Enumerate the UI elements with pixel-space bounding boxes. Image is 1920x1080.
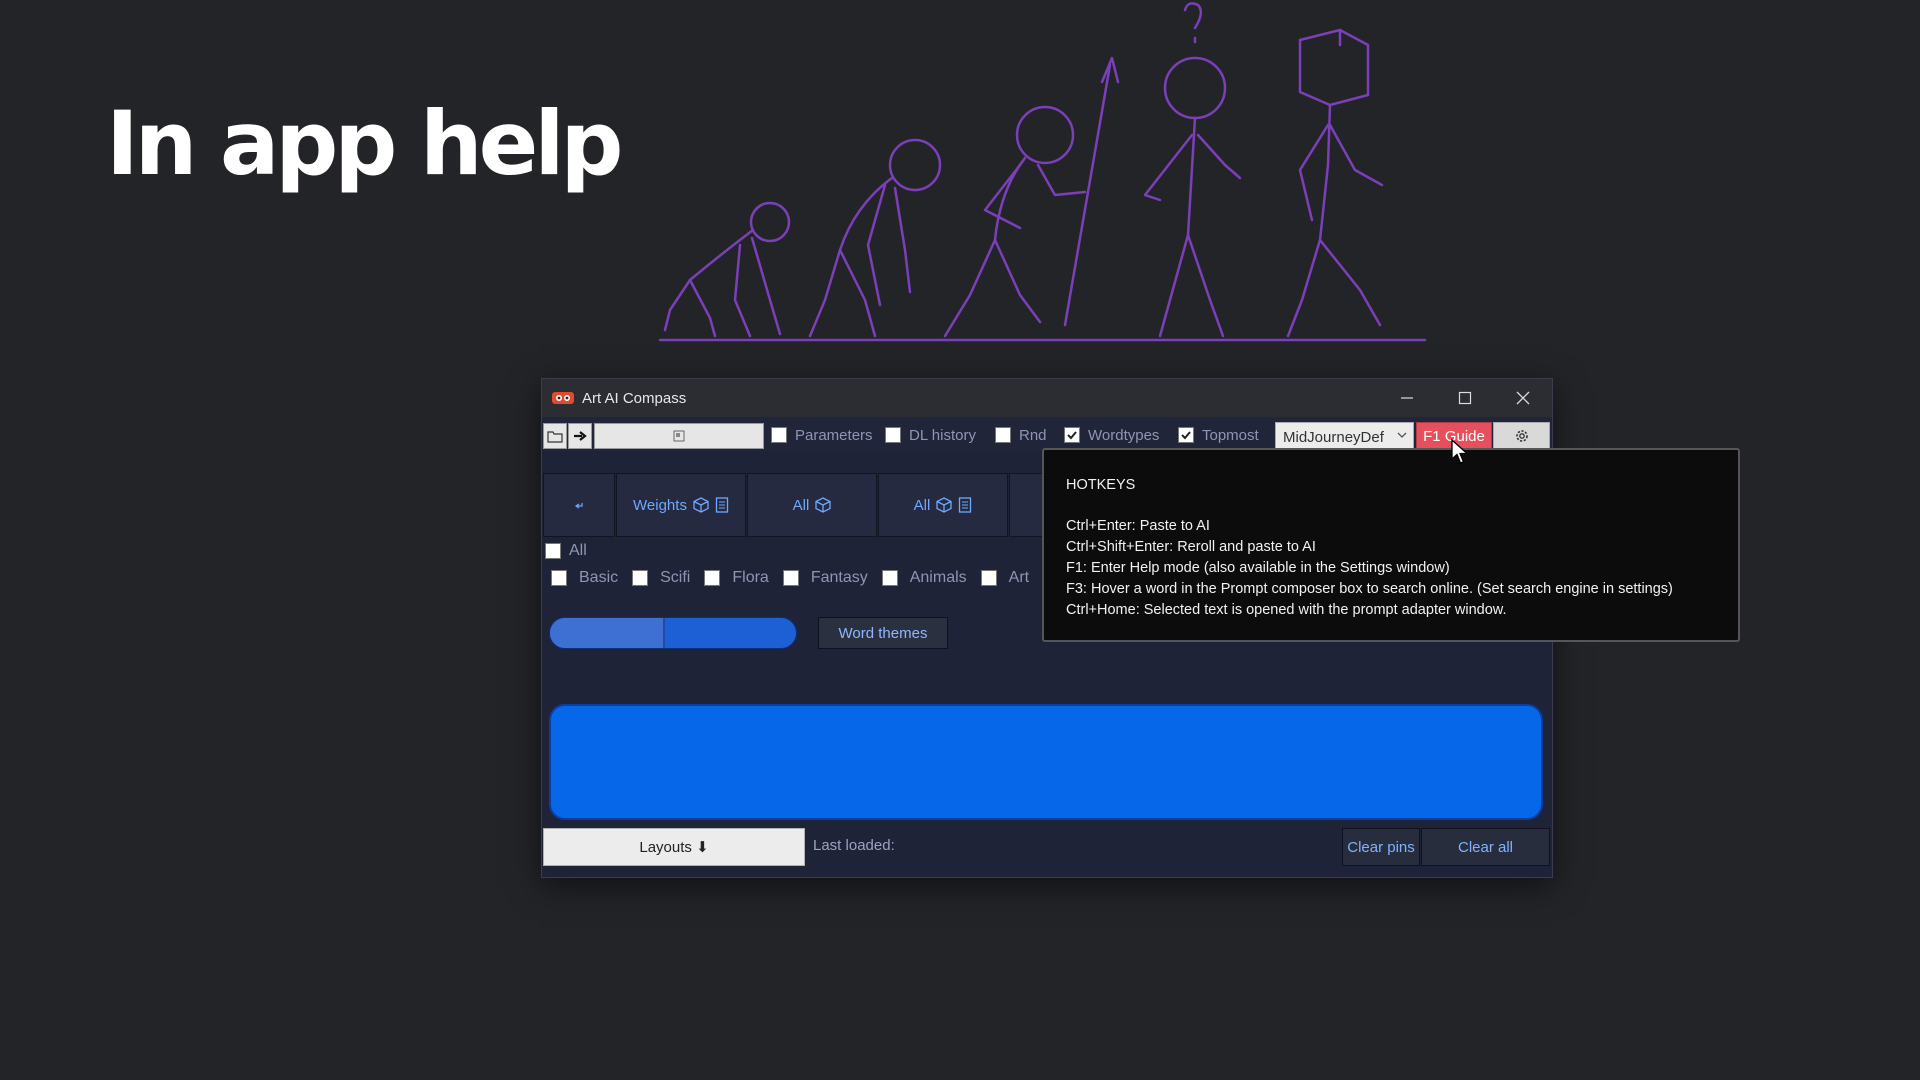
all-random-button[interactable]: All bbox=[747, 473, 877, 537]
parameters-label: Parameters bbox=[795, 426, 873, 444]
close-icon bbox=[1516, 391, 1530, 405]
rnd-label: Rnd bbox=[1019, 426, 1047, 444]
tooltip-line: Ctrl+Shift+Enter: Reroll and paste to AI bbox=[1066, 539, 1316, 555]
open-folder-button[interactable] bbox=[543, 423, 567, 449]
theme-basic-label: Basic bbox=[579, 569, 619, 586]
rnd-checkbox[interactable]: Rnd bbox=[995, 424, 1047, 446]
panel-icon bbox=[673, 430, 685, 442]
app-logo-icon bbox=[552, 392, 574, 404]
dl-history-check-box[interactable] bbox=[885, 427, 901, 443]
themes-all-check-box[interactable] bbox=[545, 543, 561, 559]
clear-all-button[interactable]: Clear all bbox=[1421, 828, 1550, 866]
clear-pins-button[interactable]: Clear pins bbox=[1342, 828, 1420, 866]
model-select-value: MidJourneyDef bbox=[1283, 429, 1384, 446]
dice-icon bbox=[693, 497, 709, 513]
dice-icon bbox=[936, 497, 952, 513]
title-bar: Art AI Compass bbox=[542, 379, 1552, 417]
wordtypes-check-box[interactable] bbox=[1064, 427, 1080, 443]
theme-flora-check-box[interactable] bbox=[704, 570, 721, 586]
theme-art-checkbox[interactable]: Art bbox=[980, 569, 1030, 587]
layouts-button[interactable]: Layouts ⬇ bbox=[543, 828, 805, 866]
undo-category-button[interactable] bbox=[543, 473, 615, 537]
themes-all-label: All bbox=[569, 542, 587, 559]
theme-slider[interactable] bbox=[549, 617, 797, 649]
hotkeys-tooltip: HOTKEYS Ctrl+Enter: Paste to AI Ctrl+Shi… bbox=[1042, 448, 1740, 642]
theme-scifi-checkbox[interactable]: Scifi bbox=[632, 569, 690, 587]
theme-animals-label: Animals bbox=[909, 569, 967, 586]
tooltip-title: HOTKEYS bbox=[1066, 477, 1136, 493]
weights-button[interactable]: Weights bbox=[616, 473, 746, 537]
wordtypes-label: Wordtypes bbox=[1088, 426, 1160, 444]
dice-icon bbox=[815, 497, 831, 513]
rnd-check-box[interactable] bbox=[995, 427, 1011, 443]
dl-history-label: DL history bbox=[909, 426, 976, 444]
tooltip-line: Ctrl+Enter: Paste to AI bbox=[1066, 518, 1210, 534]
checkmark-icon bbox=[1181, 431, 1191, 440]
theme-fantasy-check-box[interactable] bbox=[782, 570, 799, 586]
evolution-illustration bbox=[658, 2, 1427, 342]
theme-art-check-box[interactable] bbox=[980, 570, 997, 586]
tooltip-line: F3: Hover a word in the Prompt composer … bbox=[1066, 581, 1673, 597]
gear-icon bbox=[1515, 430, 1528, 442]
book-icon bbox=[715, 497, 729, 513]
topmost-checkbox[interactable]: Topmost bbox=[1178, 424, 1259, 446]
checkmark-icon bbox=[1067, 431, 1077, 440]
folder-icon bbox=[547, 430, 563, 443]
word-themes-button[interactable]: Word themes bbox=[818, 617, 948, 649]
settings-button[interactable] bbox=[1493, 422, 1550, 450]
theme-fantasy-label: Fantasy bbox=[810, 569, 868, 586]
all-label: All bbox=[913, 496, 931, 514]
parameters-check-box[interactable] bbox=[771, 427, 787, 443]
topmost-check-box[interactable] bbox=[1178, 427, 1194, 443]
themes-all-checkbox[interactable]: All bbox=[545, 542, 587, 560]
minimize-button[interactable] bbox=[1378, 379, 1436, 417]
theme-scifi-check-box[interactable] bbox=[632, 570, 649, 586]
minimize-icon bbox=[1401, 397, 1413, 399]
mouse-cursor-icon bbox=[1451, 439, 1469, 464]
book-icon bbox=[959, 497, 972, 513]
theme-fantasy-checkbox[interactable]: Fantasy bbox=[782, 569, 868, 587]
maximize-icon bbox=[1458, 391, 1472, 405]
chevron-down-icon bbox=[1397, 432, 1407, 438]
theme-animals-check-box[interactable] bbox=[881, 570, 898, 586]
close-button[interactable] bbox=[1494, 379, 1552, 417]
all-random-list-button[interactable]: All bbox=[878, 473, 1008, 537]
dl-history-checkbox[interactable]: DL history bbox=[885, 424, 976, 446]
last-loaded-label: Last loaded: bbox=[813, 837, 895, 854]
tooltip-line: Ctrl+Home: Selected text is opened with … bbox=[1066, 602, 1507, 618]
model-select[interactable]: MidJourneyDef bbox=[1275, 422, 1414, 450]
weights-label: Weights bbox=[633, 496, 687, 514]
theme-basic-check-box[interactable] bbox=[551, 570, 567, 586]
parameters-checkbox[interactable]: Parameters bbox=[771, 424, 873, 446]
undo-icon bbox=[574, 503, 583, 509]
topmost-label: Topmost bbox=[1202, 426, 1259, 444]
theme-flora-label: Flora bbox=[732, 569, 769, 586]
tooltip-line: F1: Enter Help mode (also available in t… bbox=[1066, 560, 1450, 576]
window-title: Art AI Compass bbox=[582, 390, 687, 407]
theme-checkbox-row: Basic Scifi Flora Fantasy Animals Art bbox=[551, 569, 1029, 587]
theme-flora-checkbox[interactable]: Flora bbox=[704, 569, 769, 587]
slide-title: In app help bbox=[106, 92, 624, 195]
maximize-button[interactable] bbox=[1436, 379, 1494, 417]
theme-art-label: Art bbox=[1008, 569, 1030, 586]
prompt-composer[interactable] bbox=[549, 704, 1543, 820]
slider-fill bbox=[550, 618, 665, 648]
wordtypes-checkbox[interactable]: Wordtypes bbox=[1064, 424, 1159, 446]
arrow-right-icon bbox=[574, 431, 587, 441]
all-label: All bbox=[792, 496, 810, 514]
toolbar: Parameters DL history Rnd Wordtypes Topm… bbox=[542, 417, 1552, 451]
theme-animals-checkbox[interactable]: Animals bbox=[881, 569, 967, 587]
theme-scifi-label: Scifi bbox=[660, 569, 691, 586]
panel-toggle-button[interactable] bbox=[594, 423, 764, 449]
theme-basic-checkbox[interactable]: Basic bbox=[551, 569, 618, 587]
next-button[interactable] bbox=[568, 423, 592, 449]
